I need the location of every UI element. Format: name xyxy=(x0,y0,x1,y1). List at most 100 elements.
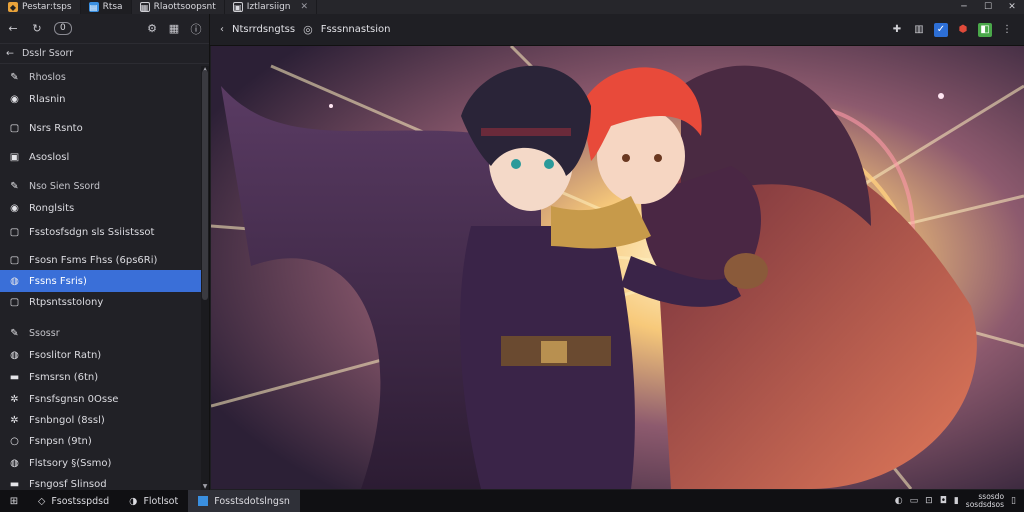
taskbar-item-1[interactable]: ◑ Flotlsot xyxy=(119,490,188,512)
frame-icon: ▢ xyxy=(9,226,20,238)
close-tab-icon[interactable]: ✕ xyxy=(300,2,308,12)
taskbar: ⊞ ◇ Fsostsspdsd ◑ Flotlsot Fosstsdotslng… xyxy=(0,490,1024,512)
sidebar-item[interactable]: ✲ Fsnsfsgnsn 0Osse xyxy=(0,388,202,410)
status-text: Fsssnnastsion xyxy=(320,24,391,35)
sidebar-item[interactable]: ✎ Rhoslos xyxy=(0,66,202,88)
tab-2[interactable]: ▦ Rlaottsoopsnt xyxy=(132,0,225,14)
clock[interactable]: ssosdo sosdsdsos xyxy=(966,493,1004,509)
layer-icon: ▬ xyxy=(9,371,20,383)
tab-label: Iztlarsiign xyxy=(246,2,291,12)
sidebar-item[interactable]: ◍ Fssns Fsris) xyxy=(0,270,202,292)
sidebar-item[interactable]: ✲ Fsnbngol (8ssl) xyxy=(0,409,202,431)
back-icon[interactable]: ‹ xyxy=(220,24,224,35)
sidebar-item[interactable]: ▣ Asoslosl xyxy=(0,146,202,168)
settings-icon[interactable]: ⚙ xyxy=(145,22,159,36)
counter-pill[interactable]: 0 xyxy=(54,22,72,35)
frame-icon: ▢ xyxy=(9,254,20,266)
panel-icon[interactable]: ▥ xyxy=(912,23,926,37)
sidebar: ← ↻ 0 ⚙ ▦ ⓘ ← Dsslr Ssorr ✎ Rhoslos ◉ Rlasn… xyxy=(0,14,210,490)
sidebar-item-label: Fsnsfsgnsn 0Osse xyxy=(29,393,119,405)
tool-icon: ✎ xyxy=(10,71,19,83)
sidebar-item[interactable]: ✎ Nso Sien Ssord xyxy=(0,175,202,197)
volume-icon[interactable]: ◘ xyxy=(940,496,947,506)
back-arrow-icon[interactable]: ← xyxy=(6,22,20,36)
scroll-down-icon[interactable]: ▼ xyxy=(201,483,209,490)
brush-icon: ◉ xyxy=(10,202,19,214)
tab-label: Rtsa xyxy=(102,2,123,12)
tab-3[interactable]: ▣ Iztlarsiign ✕ xyxy=(225,0,318,14)
sidebar-item-label: Fsnpsn (9tn) xyxy=(29,435,92,447)
sidebar-toolbar: ← ↻ 0 ⚙ ▦ ⓘ xyxy=(0,14,209,44)
window-controls: ─ ☐ ✕ xyxy=(952,0,1024,14)
breadcrumb[interactable]: Ntsrrdsngtss xyxy=(232,24,295,35)
sidebar-item[interactable]: ▢ Fsstosfsdgn sls Ssiistssot xyxy=(0,221,202,243)
sidebar-item-label: Nsrs Rsnto xyxy=(29,122,83,134)
sidebar-item-label: Fsstosfsdgn sls Ssiistssot xyxy=(29,226,155,238)
circle-icon: ○ xyxy=(10,435,19,447)
sidebar-item-label: Fsmsrsn (6tn) xyxy=(29,371,99,383)
browser-tab-bar: ◆ Pestar:tsps ▤ Rtsa ▦ Rlaottsoopsnt ▣ I… xyxy=(0,0,1024,14)
minimize-button[interactable]: ─ xyxy=(952,0,976,14)
anime-artwork-image xyxy=(211,46,1024,489)
start-button[interactable]: ⊞ xyxy=(0,496,28,507)
network-icon[interactable]: ⊡ xyxy=(925,496,933,506)
tab-label: Rlaottsoopsnt xyxy=(153,2,216,12)
sidebar-item[interactable]: ◉ Rlasnin xyxy=(0,88,202,110)
sidebar-back-label: Dsslr Ssorr xyxy=(21,48,74,59)
sidebar-item-label: Rtpsntsstolony xyxy=(29,296,104,308)
tab-0[interactable]: ◆ Pestar:tsps xyxy=(0,0,81,14)
check-icon: ◍ xyxy=(10,349,19,361)
back-arrow-icon: ← xyxy=(6,48,14,59)
image-icon: ▣ xyxy=(9,151,20,163)
extension-green-icon[interactable]: ◧ xyxy=(978,22,992,37)
menu-icon[interactable]: ⋮ xyxy=(1000,23,1014,37)
taskbar-item-0[interactable]: ◇ Fsostsspdsd xyxy=(28,490,119,512)
app-icon xyxy=(198,496,209,506)
sidebar-item[interactable]: ▢ Nsrs Rsnto xyxy=(0,117,202,139)
sidebar-item-label: Nso Sien Ssord xyxy=(29,180,101,192)
artwork-viewer[interactable] xyxy=(211,46,1024,489)
shield-icon[interactable]: ⬢ xyxy=(956,23,970,37)
battery-icon[interactable]: ▮ xyxy=(954,496,959,506)
puzzle-icon[interactable]: ✚ xyxy=(890,23,904,37)
tool-icon: ✎ xyxy=(10,180,19,192)
tab-1[interactable]: ▤ Rtsa xyxy=(80,0,132,14)
taskbar-item-label: Fosstsdotslngsn xyxy=(214,495,290,507)
taskbar-item-label: Fsostsspdsd xyxy=(51,495,110,507)
frame-icon: ▢ xyxy=(9,122,20,134)
image-icon: ▣ xyxy=(232,2,243,12)
sidebar-item-label: Fsnbngol (8ssl) xyxy=(29,414,105,426)
maximize-button[interactable]: ☐ xyxy=(976,0,1000,14)
close-window-button[interactable]: ✕ xyxy=(1000,0,1024,14)
sidebar-item[interactable]: ▢ Fsosn Fsms Fhss (6ps6Ri) xyxy=(0,249,202,271)
sidebar-item[interactable]: ◍ Flstsory §(Ssmo) xyxy=(0,452,202,474)
theme-icon[interactable]: ◐ xyxy=(895,496,903,506)
notification-icon[interactable]: ▯ xyxy=(1011,496,1016,506)
check-icon: ◍ xyxy=(10,275,19,287)
sidebar-item[interactable]: ◍ Fsoslitor Ratn) xyxy=(0,344,202,366)
sidebar-item-label: Ssossr xyxy=(29,327,60,339)
sidebar-item-label: Rlasnin xyxy=(29,93,66,105)
taskbar-item-2[interactable]: Fosstsdotslngsn xyxy=(188,490,300,512)
sidebar-item[interactable]: ✎ Ssossr xyxy=(0,322,202,344)
sidebar-item[interactable]: ▢ Rtpsntsstolony xyxy=(0,291,202,313)
frame-icon: ▢ xyxy=(9,296,20,308)
brush-icon: ◉ xyxy=(10,93,19,105)
device-icon[interactable]: ▭ xyxy=(910,496,919,506)
extension-blue-icon[interactable]: ✓ xyxy=(934,22,948,37)
sidebar-item-label: Rhoslos xyxy=(29,71,66,83)
sidebar-item-label: Asoslosl xyxy=(29,151,70,163)
grid-icon[interactable]: ▦ xyxy=(167,22,181,36)
layer-icon: ▬ xyxy=(9,478,20,490)
sidebar-back-row[interactable]: ← Dsslr Ssorr xyxy=(0,44,209,64)
tool-icon: ✎ xyxy=(10,327,19,339)
sidebar-item[interactable]: ○ Fsnpsn (9tn) xyxy=(0,430,202,452)
sidebar-item-label: Fsosn Fsms Fhss (6ps6Ri) xyxy=(29,254,158,266)
sidebar-item[interactable]: ◉ Ronglsits xyxy=(0,197,202,219)
sidebar-scrollbar[interactable]: ▲ ▼ xyxy=(201,66,209,490)
scrollbar-thumb[interactable] xyxy=(202,70,208,300)
sidebar-item[interactable]: ▬ Fsmsrsn (6tn) xyxy=(0,366,202,388)
refresh-icon[interactable]: ↻ xyxy=(30,22,44,36)
info-icon[interactable]: ⓘ xyxy=(189,22,203,36)
tab-label: Pestar:tsps xyxy=(22,2,72,12)
